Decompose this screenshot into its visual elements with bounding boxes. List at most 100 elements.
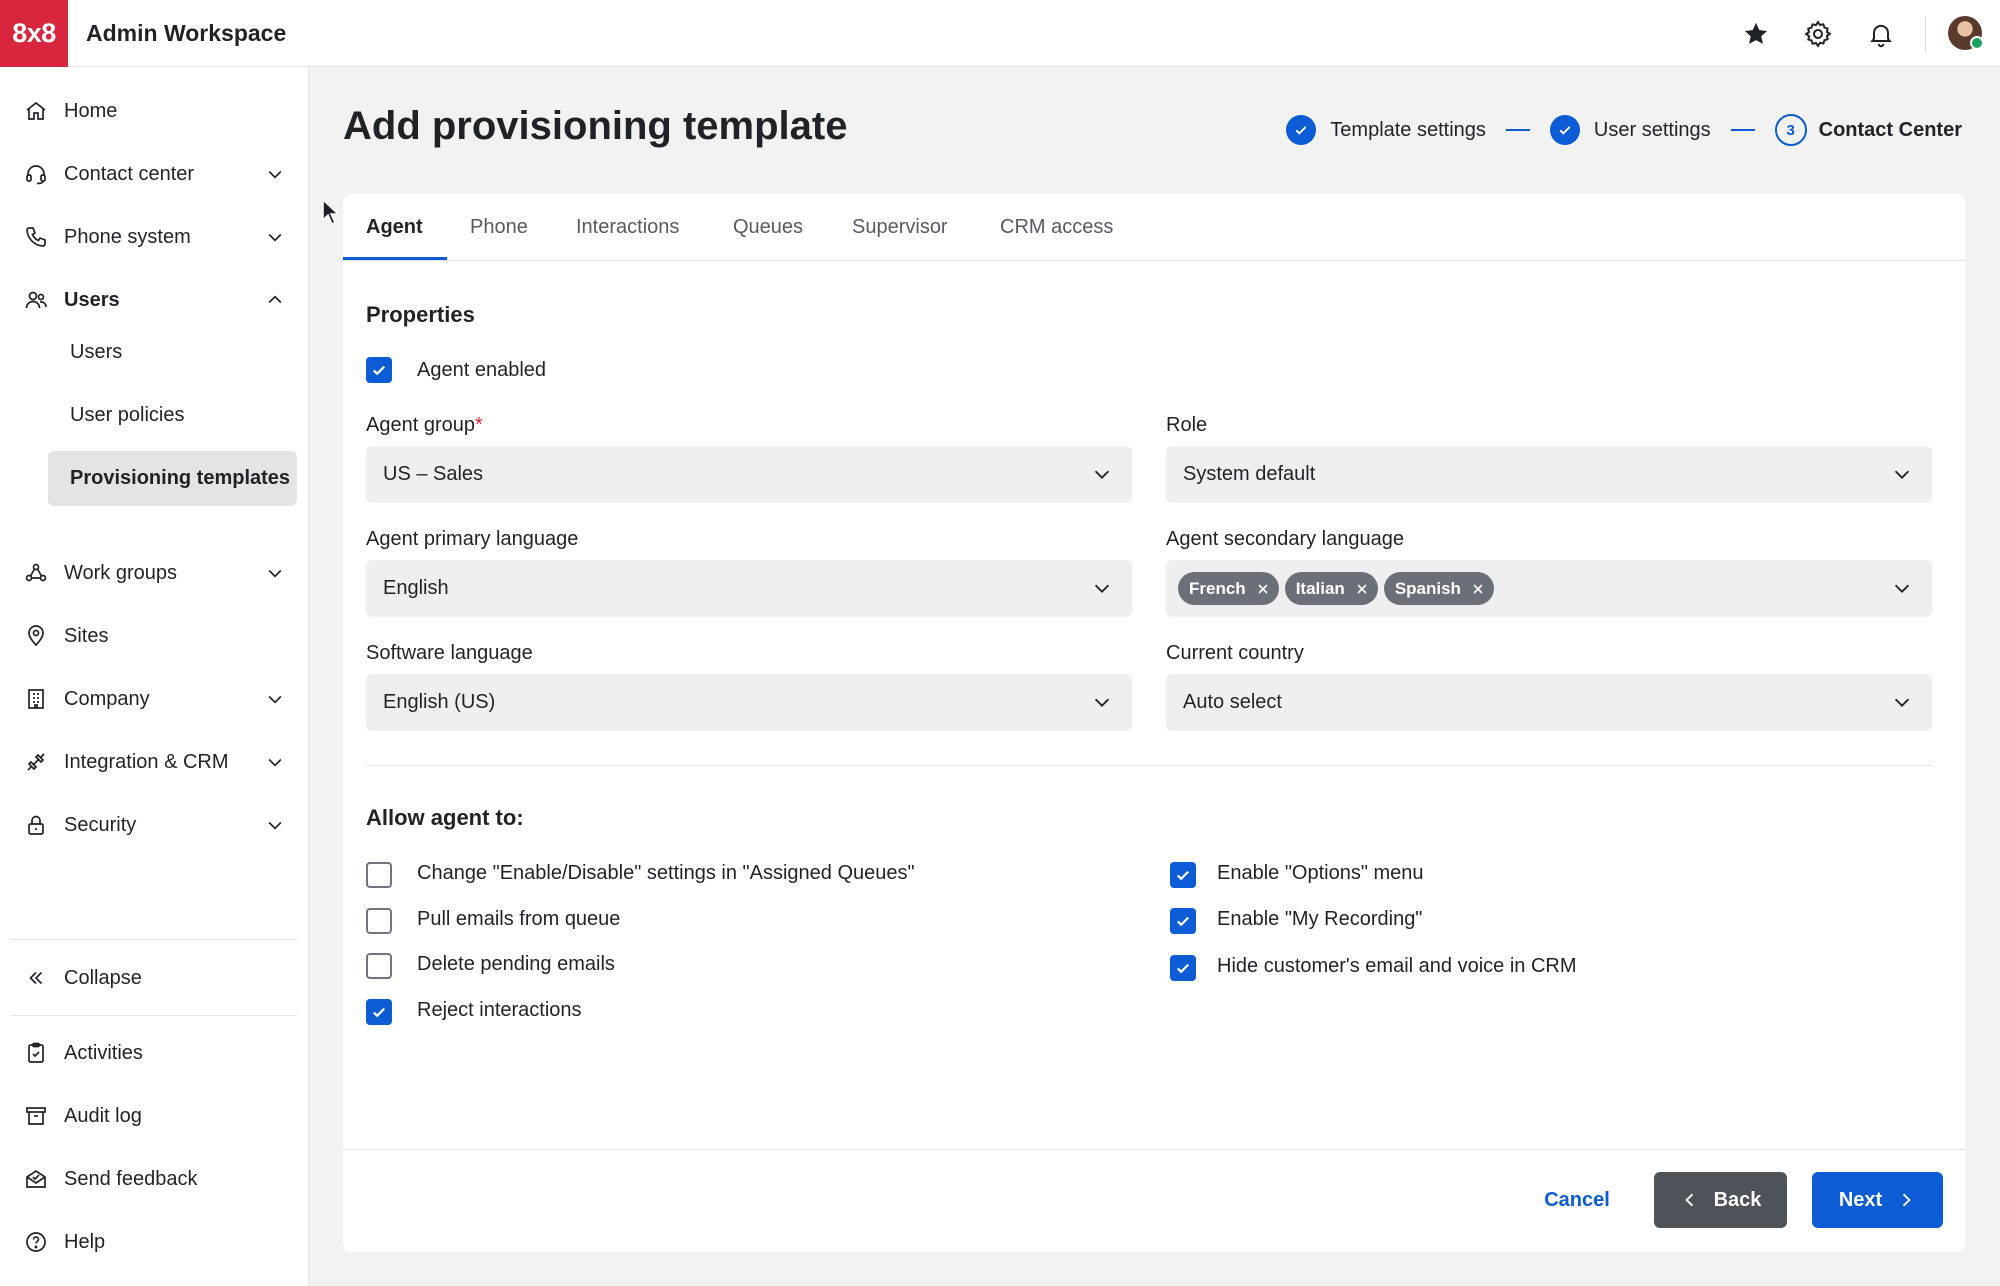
double-chevron-left-icon <box>22 964 50 992</box>
agent-group-label-text: Agent group <box>366 414 475 436</box>
app-title: Admin Workspace <box>86 20 287 46</box>
software-language-select[interactable]: English (US) <box>366 674 1132 731</box>
sidebar-item-security[interactable]: Security <box>22 801 287 849</box>
step-label: Template settings <box>1330 118 1486 141</box>
step-connector <box>1505 129 1530 131</box>
chip-label: Italian <box>1295 578 1345 598</box>
sidebar-item-label: Send feedback <box>64 1167 198 1190</box>
next-button[interactable]: Next <box>1812 1172 1943 1228</box>
sidebar-item-work-groups[interactable]: Work groups <box>22 549 287 597</box>
enable-options-menu-checkbox[interactable] <box>1170 862 1196 888</box>
sidebar-item-label: Sites <box>64 624 109 647</box>
chevron-up-icon[interactable] <box>263 288 287 312</box>
role-value: System default <box>1183 463 1316 485</box>
tab-interactions[interactable]: Interactions <box>576 216 679 239</box>
role-select[interactable]: System default <box>1166 446 1932 503</box>
step-label: Contact Center <box>1818 118 1962 141</box>
sidebar-item-audit-log[interactable]: Audit log <box>22 1092 287 1140</box>
step-template-settings[interactable]: Template settings <box>1286 115 1486 145</box>
change-enable-disable-label: Change "Enable/Disable" settings in "Ass… <box>417 862 915 884</box>
sidebar-item-label: Contact center <box>64 162 195 185</box>
collapse-button[interactable]: Collapse <box>22 954 287 1002</box>
agent-group-select[interactable]: US – Sales <box>366 446 1132 503</box>
remove-chip-icon[interactable] <box>1354 581 1370 597</box>
stepper: Template settings User settings 3 Contac… <box>1286 114 1962 146</box>
checkmark-icon <box>1176 963 1190 974</box>
remove-chip-icon[interactable] <box>1470 581 1486 597</box>
sidebar-item-label: Audit log <box>64 1104 142 1127</box>
chevron-down-icon[interactable] <box>263 561 287 585</box>
star-icon[interactable] <box>1736 14 1776 54</box>
chevron-down-icon[interactable] <box>263 687 287 711</box>
language-chip-french: French <box>1178 572 1279 605</box>
sidebar-item-label: Security <box>64 813 137 836</box>
tab-phone[interactable]: Phone <box>470 216 528 239</box>
secondary-language-multiselect[interactable]: French Italian Spanish <box>1166 560 1932 617</box>
sidebar-item-activities[interactable]: Activities <box>22 1029 287 1077</box>
sidebar-item-help[interactable]: Help <box>22 1218 287 1266</box>
current-country-label: Current country <box>1166 642 1304 664</box>
sidebar-subitem-user-policies[interactable]: User policies <box>48 404 297 427</box>
online-status-icon <box>1970 36 1984 50</box>
reject-interactions-checkbox[interactable] <box>366 999 392 1025</box>
sidebar-item-label: Integration & CRM <box>64 750 229 773</box>
collapse-label: Collapse <box>64 966 142 989</box>
step-contact-center: 3 Contact Center <box>1774 114 1962 146</box>
sidebar-item-phone-system[interactable]: Phone system <box>22 213 287 261</box>
sidebar-item-users[interactable]: Users <box>22 276 287 324</box>
chevron-right-icon <box>1896 1190 1916 1210</box>
sidebar-subitem-users[interactable]: Users <box>48 341 297 364</box>
delete-pending-emails-checkbox[interactable] <box>366 953 392 979</box>
agent-enabled-checkbox[interactable] <box>366 357 392 383</box>
headset-icon <box>22 160 50 188</box>
tab-supervisor[interactable]: Supervisor <box>852 216 948 239</box>
active-tab-indicator <box>343 257 447 260</box>
primary-language-select[interactable]: English <box>366 560 1132 617</box>
template-card: Agent Phone Interactions Queues Supervis… <box>343 194 1965 1252</box>
sidebar-divider <box>11 939 297 940</box>
chevron-down-icon[interactable] <box>263 225 287 249</box>
sidebar-item-home[interactable]: Home <box>22 87 287 135</box>
secondary-language-label: Agent secondary language <box>1166 528 1404 550</box>
sidebar-item-contact-center[interactable]: Contact center <box>22 150 287 198</box>
chevron-down-icon[interactable] <box>263 162 287 186</box>
chevron-down-icon[interactable] <box>263 750 287 774</box>
tab-crm-access[interactable]: CRM access <box>1000 216 1113 239</box>
sidebar-item-integration-crm[interactable]: Integration & CRM <box>22 738 287 786</box>
enable-my-recording-checkbox[interactable] <box>1170 908 1196 934</box>
page-title: Add provisioning template <box>343 104 848 148</box>
step-connector <box>1730 129 1755 131</box>
phone-icon <box>22 223 50 251</box>
tab-agent[interactable]: Agent <box>366 216 423 239</box>
chevron-down-icon[interactable] <box>263 813 287 837</box>
step-user-settings[interactable]: User settings <box>1549 115 1711 145</box>
pull-emails-checkbox[interactable] <box>366 908 392 934</box>
header-divider <box>1925 16 1926 52</box>
sidebar-item-company[interactable]: Company <box>22 675 287 723</box>
chevron-left-icon <box>1680 1190 1700 1210</box>
workgroups-icon <box>22 559 50 587</box>
help-icon <box>22 1228 50 1256</box>
sidebar-item-label: Work groups <box>64 561 178 584</box>
chevron-down-icon <box>1890 690 1914 714</box>
chip-label: Spanish <box>1394 578 1461 598</box>
brand-logo[interactable]: 8x8 <box>0 0 68 67</box>
delete-pending-emails-label: Delete pending emails <box>417 953 615 975</box>
checkmark-icon <box>372 1007 386 1018</box>
integration-icon <box>22 748 50 776</box>
change-enable-disable-checkbox[interactable] <box>366 862 392 888</box>
reject-interactions-label: Reject interactions <box>417 999 582 1021</box>
sidebar-subitem-provisioning-templates[interactable]: Provisioning templates <box>48 451 297 506</box>
bell-icon[interactable] <box>1861 14 1901 54</box>
remove-chip-icon[interactable] <box>1255 581 1271 597</box>
tab-bar: Agent Phone Interactions Queues Supervis… <box>343 194 1965 261</box>
gear-icon[interactable] <box>1798 14 1838 54</box>
hide-customer-email-voice-checkbox[interactable] <box>1170 955 1196 981</box>
back-button[interactable]: Back <box>1654 1172 1787 1228</box>
current-country-select[interactable]: Auto select <box>1166 674 1932 731</box>
sidebar-item-sites[interactable]: Sites <box>22 612 287 660</box>
feedback-icon <box>22 1165 50 1193</box>
sidebar-item-send-feedback[interactable]: Send feedback <box>22 1155 287 1203</box>
tab-queues[interactable]: Queues <box>733 216 803 239</box>
cancel-button[interactable]: Cancel <box>1525 1172 1629 1228</box>
